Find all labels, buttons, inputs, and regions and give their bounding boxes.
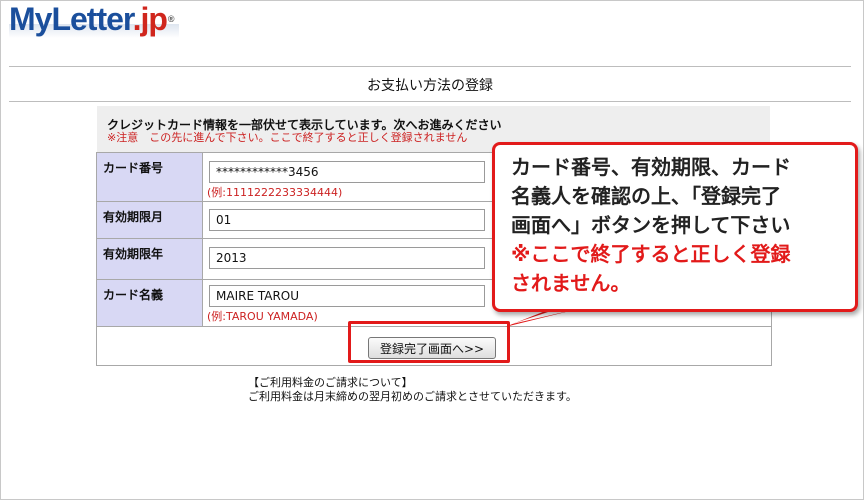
instruction-callout: カード番号、有効期限、カード 名義人を確認の上、「登録完了 画面へ」ボタンを押し…	[492, 142, 858, 312]
card-name-input[interactable]	[209, 285, 485, 307]
page-title-bar: お支払い方法の登録	[9, 66, 851, 102]
callout-line-3: 画面へ」ボタンを押して下さい	[511, 213, 791, 237]
callout-line-1: カード番号、有効期限、カード	[511, 155, 791, 179]
billing-heading: 【ご利用料金のご請求について】	[248, 376, 413, 389]
expiry-month-input[interactable]	[209, 209, 485, 231]
myletter-logo[interactable]: MyLetter.jp®	[9, 1, 175, 37]
callout-line-2: 名義人を確認の上、「登録完了	[511, 184, 781, 208]
expiry-year-label: 有効期限年	[97, 239, 203, 279]
callout-warning-1: ※ここで終了すると正しく登録	[511, 242, 791, 266]
billing-info: 【ご利用料金のご請求について】 ご利用料金は月末締めの翌月初めのご請求とさせてい…	[248, 376, 577, 404]
card-number-example: (例:1111222233334444)	[207, 186, 343, 199]
billing-text: ご利用料金は月末締めの翌月初めのご請求とさせていただきます。	[248, 390, 577, 403]
notice-warning: ※注意 この先に進んで下さい。ここで終了すると正しく登録されません	[107, 131, 468, 144]
expiry-year-input[interactable]	[209, 247, 485, 269]
logo-main-text: MyLetter	[9, 1, 134, 37]
page-title: お支払い方法の登録	[367, 78, 493, 94]
expiry-month-label: 有効期限月	[97, 202, 203, 238]
card-name-example: (例:TAROU YAMADA)	[207, 310, 318, 323]
logo-suffix-text: .jp	[132, 1, 168, 37]
card-number-label: カード番号	[97, 153, 203, 201]
registered-mark: ®	[167, 14, 175, 24]
card-name-label: カード名義	[97, 280, 203, 326]
button-highlight-frame	[348, 321, 510, 363]
card-number-input[interactable]	[209, 161, 485, 183]
callout-warning-2: されません。	[511, 271, 631, 295]
